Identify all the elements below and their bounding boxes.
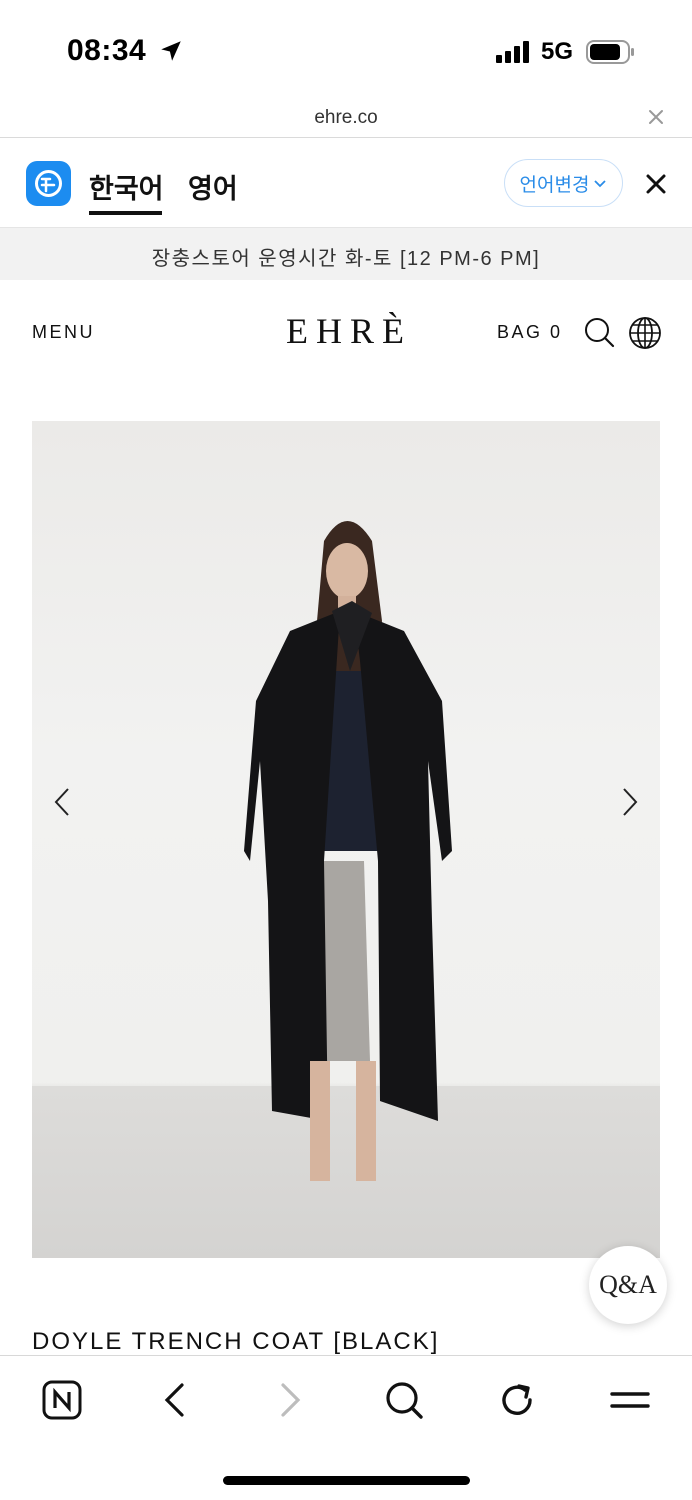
naver-home-button[interactable]: [40, 1378, 84, 1422]
search-icon: [386, 1382, 423, 1419]
url-bar[interactable]: ehre.co: [0, 100, 692, 138]
menu-button[interactable]: MENU: [32, 322, 95, 343]
status-bar: 08:34 5G: [0, 0, 692, 100]
product-image[interactable]: [32, 421, 660, 1258]
menu-icon: [610, 1392, 650, 1408]
active-tab-indicator: [89, 211, 162, 215]
toolbar-search-button[interactable]: [382, 1378, 426, 1422]
forward-button[interactable]: [268, 1378, 312, 1422]
url-domain[interactable]: ehre.co: [0, 107, 692, 129]
bag-button[interactable]: BAG 0: [497, 322, 563, 343]
translate-close-icon[interactable]: [645, 173, 667, 195]
product-title: DOYLE TRENCH COAT [BLACK]: [32, 1328, 440, 1355]
signal-bars-icon: [496, 41, 529, 63]
announcement-bar: 장충스토어 운영시간 화-토 [12 PM-6 PM]: [0, 227, 692, 280]
model-figure: [244, 521, 452, 1181]
forward-icon: [281, 1383, 301, 1417]
search-icon[interactable]: [583, 316, 615, 348]
tab-korean[interactable]: 한국어: [89, 167, 164, 206]
location-arrow-icon: [161, 41, 181, 61]
translate-bar: 한국어 영어 언어변경: [0, 139, 692, 227]
menu-button-toolbar[interactable]: [608, 1378, 652, 1422]
naver-icon: [42, 1380, 82, 1420]
language-change-button[interactable]: 언어변경: [504, 159, 623, 207]
brand-logo[interactable]: EHRÈ: [286, 310, 412, 352]
back-button[interactable]: [153, 1378, 197, 1422]
network-type: 5G: [541, 38, 574, 65]
battery-icon: [586, 40, 634, 64]
announcement-text: 장충스토어 운영시간 화-토 [12 PM-6 PM]: [151, 248, 541, 270]
language-change-label: 언어변경: [519, 174, 590, 196]
chevron-down-icon: [594, 180, 607, 188]
chevron-right-icon[interactable]: [618, 786, 642, 818]
home-indicator[interactable]: [223, 1476, 470, 1485]
globe-icon[interactable]: [628, 316, 662, 350]
chevron-left-icon[interactable]: [50, 786, 74, 818]
tab-english[interactable]: 영어: [188, 167, 238, 206]
reload-button[interactable]: [495, 1378, 539, 1422]
papago-logo-icon[interactable]: [26, 161, 71, 206]
status-time: 08:34: [67, 34, 147, 67]
qa-button[interactable]: Q&A: [589, 1246, 667, 1324]
close-icon[interactable]: [646, 107, 666, 127]
back-icon: [164, 1383, 184, 1417]
reload-icon: [502, 1384, 532, 1415]
